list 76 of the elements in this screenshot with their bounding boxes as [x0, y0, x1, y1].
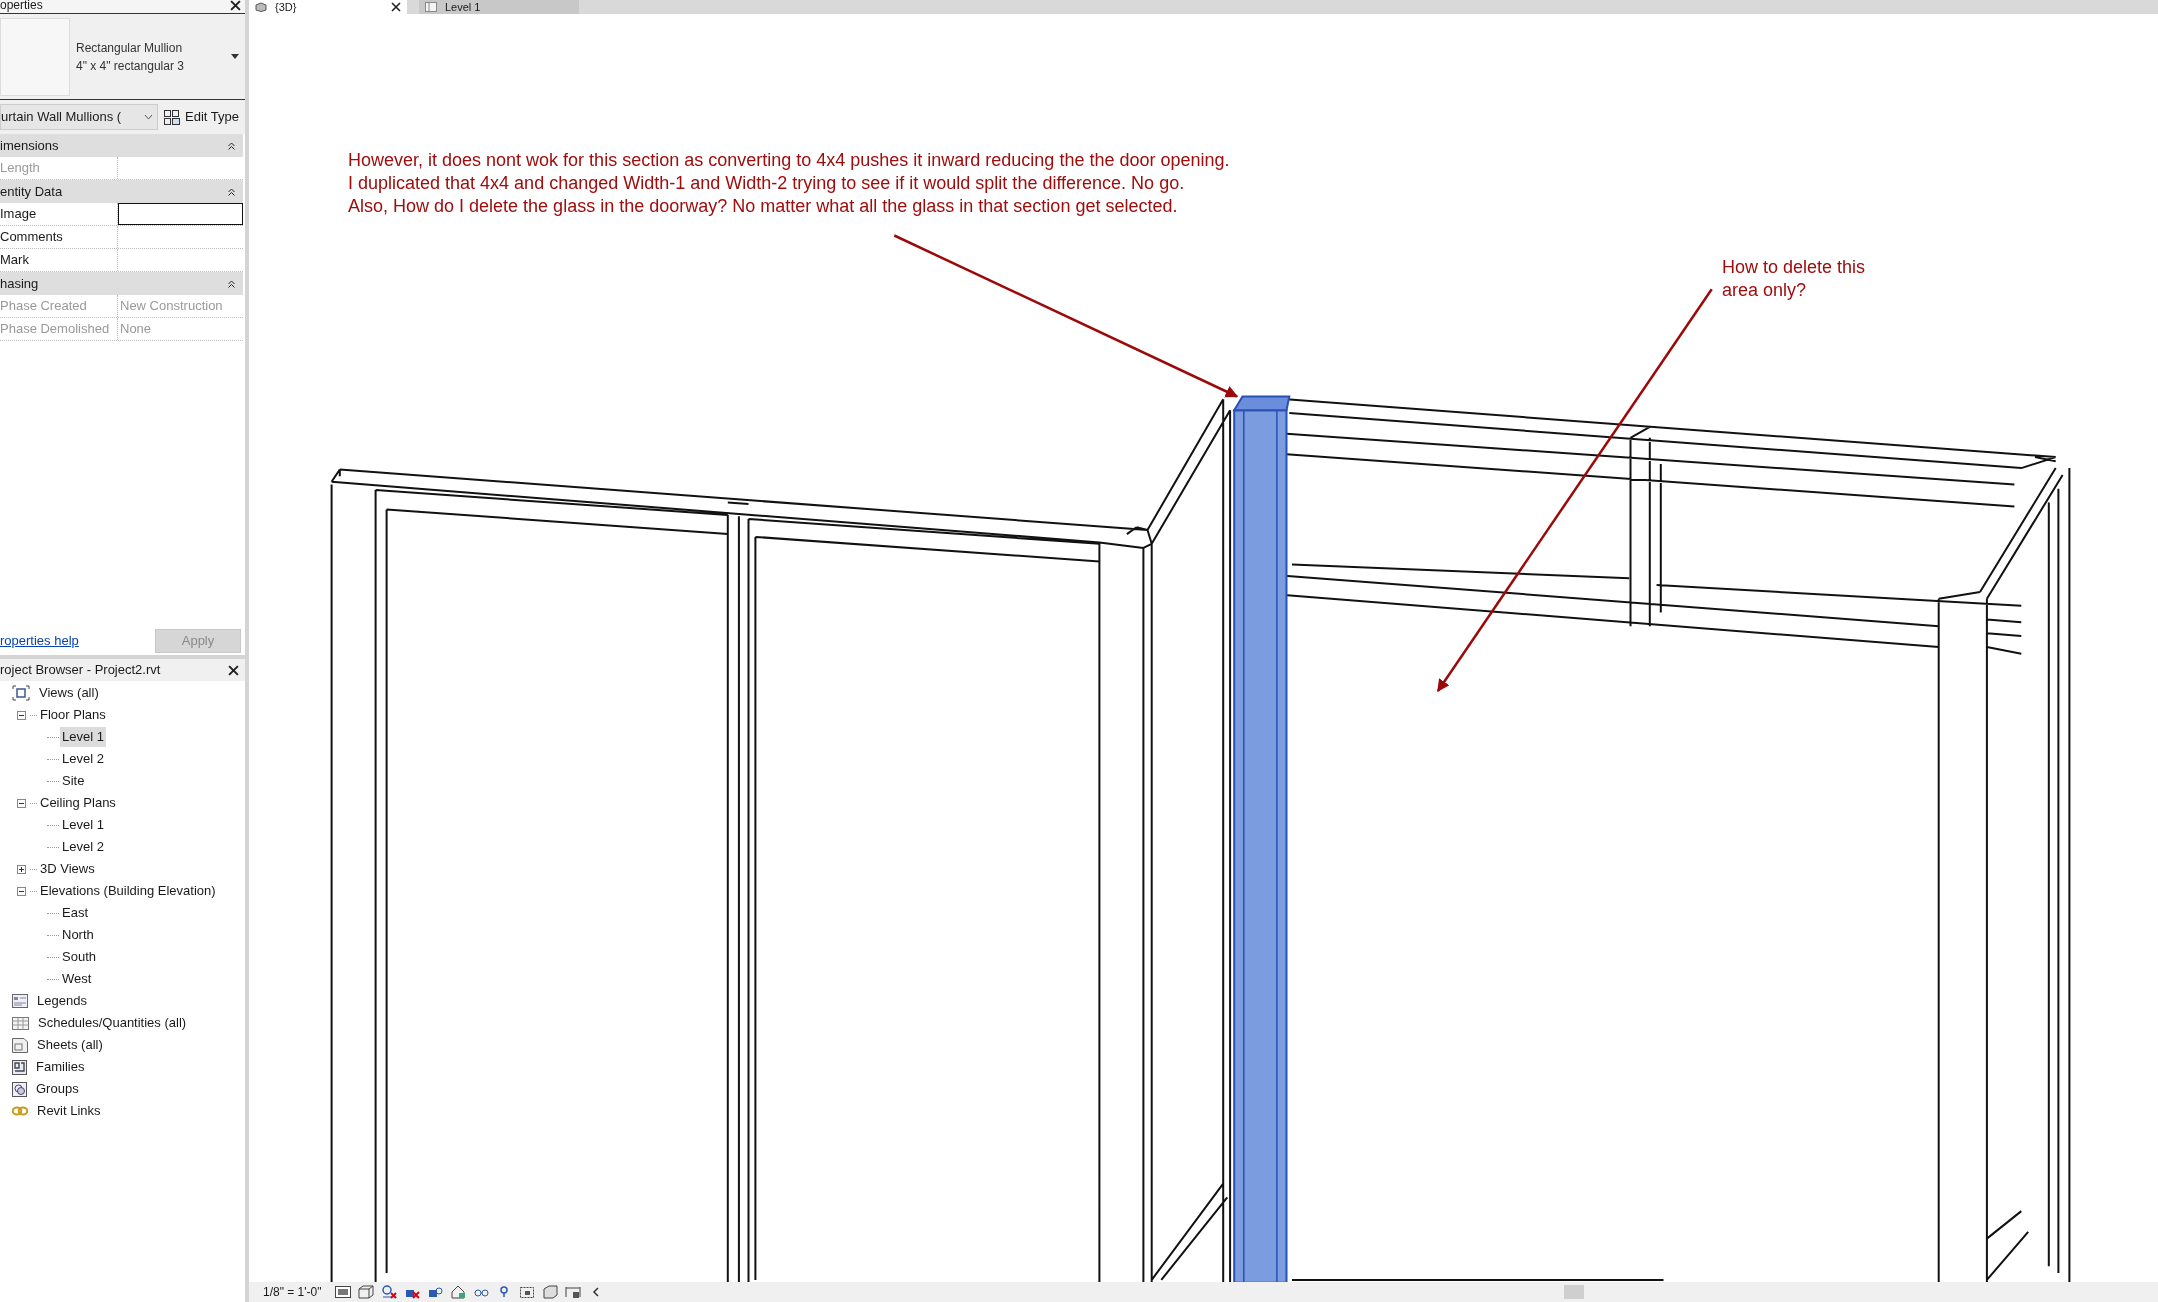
view-tab[interactable]: {3D}	[249, 0, 407, 14]
viewfinder-icon	[12, 685, 30, 701]
close-icon[interactable]	[228, 664, 239, 676]
selected-mullion[interactable]	[1232, 395, 1291, 1282]
property-label: Phase Created	[0, 295, 118, 317]
lock-view-icon[interactable]	[564, 1284, 581, 1300]
chevron-down-icon	[144, 114, 153, 120]
tree-item[interactable]: West	[60, 969, 94, 989]
collapse-icon[interactable]	[228, 187, 235, 196]
sheet-icon	[12, 1037, 28, 1053]
tree-item[interactable]: Families	[34, 1057, 87, 1077]
annotation-text: How to delete this	[1722, 256, 1866, 279]
tree-item[interactable]: Ceiling Plans	[38, 793, 118, 813]
property-label: Comments	[0, 226, 118, 248]
chain-link-icon	[12, 1106, 28, 1116]
house-lock-icon[interactable]	[449, 1284, 466, 1300]
annotation-text: Also, How do I delete the glass in the doorway? No matter what all the glass in that section get selected.	[348, 195, 1179, 218]
tree-item[interactable]: Views (all)	[37, 683, 101, 703]
tree-item[interactable]: Floor Plans	[38, 705, 108, 725]
legend-icon	[12, 994, 28, 1008]
floor-plan-icon	[425, 2, 437, 12]
tree-item[interactable]: Legends	[35, 991, 89, 1011]
scrollbar-thumb[interactable]	[1564, 1285, 1584, 1299]
cube-icon	[255, 2, 267, 12]
annotation-text: I duplicated that 4x4 and changed Width-1 and Width-2 trying to see if it would split the difference. No go.	[348, 172, 1186, 195]
tree-item[interactable]: Level 2	[60, 749, 106, 769]
property-label: Image	[0, 203, 118, 225]
dropdown-arrow-icon	[231, 54, 239, 59]
sun-path-off-icon[interactable]	[380, 1284, 397, 1300]
property-label: Phase Demolished	[0, 318, 118, 340]
tree-item[interactable]: Revit Links	[35, 1101, 103, 1121]
collapse-toggle-icon[interactable]	[17, 798, 26, 808]
tree-item[interactable]: South	[60, 947, 98, 967]
type-name: 4" x 4" rectangular 3	[76, 57, 185, 75]
tree-item[interactable]: Elevations (Building Elevation)	[38, 881, 218, 901]
annotation-text: area only?	[1722, 279, 1808, 302]
collapse-icon[interactable]	[228, 141, 235, 150]
property-group-header[interactable]: hasing	[0, 272, 243, 295]
table-icon	[12, 1016, 29, 1030]
box-icon[interactable]	[357, 1284, 374, 1300]
close-icon[interactable]	[230, 0, 241, 11]
collapse-icon[interactable]	[228, 279, 235, 288]
type-selector[interactable]: Rectangular Mullion 4" x 4" rectangular 3	[0, 14, 245, 100]
property-group-header[interactable]: entity Data	[0, 180, 243, 203]
tree-item[interactable]: Sheets (all)	[35, 1035, 105, 1055]
family-icon	[12, 1059, 27, 1075]
annotation-text: However, it does nont wok for this section as converting to 4x4 pushes it inward reducing the the door opening.	[348, 149, 1230, 172]
edit-type-button[interactable]: Edit Type	[162, 104, 241, 130]
group-icon	[12, 1081, 27, 1097]
tree-item[interactable]: Schedules/Quantities (all)	[36, 1013, 189, 1033]
tree-item[interactable]: 3D Views	[38, 859, 97, 879]
view-tab[interactable]: Level 1	[419, 0, 579, 14]
tree-item[interactable]: Level 1	[60, 815, 106, 835]
property-group-header[interactable]: imensions	[0, 134, 243, 157]
panel-title: operties	[0, 0, 43, 11]
property-label: Mark	[0, 249, 118, 271]
tree-item[interactable]: East	[60, 903, 90, 923]
detail-level-icon[interactable]	[334, 1284, 351, 1300]
property-value-field[interactable]	[118, 203, 243, 225]
properties-help-link[interactable]: roperties help	[0, 631, 79, 651]
panel-title: roject Browser - Project2.rvt	[0, 661, 161, 680]
property-label: Length	[0, 157, 118, 179]
tree-item[interactable]: Groups	[34, 1079, 81, 1099]
tree-item[interactable]: Site	[60, 771, 87, 791]
tree-item[interactable]: Level 1	[60, 727, 106, 747]
collapse-toggle-icon[interactable]	[17, 710, 26, 720]
edit-type-icon	[164, 109, 180, 125]
tree-item[interactable]: North	[60, 925, 96, 945]
tree-item[interactable]: Level 2	[60, 837, 106, 857]
crop-region-icon[interactable]	[518, 1284, 535, 1300]
instance-filter-dropdown[interactable]: urtain Wall Mullions (	[0, 104, 158, 130]
collapse-toggle-icon[interactable]	[17, 886, 26, 896]
close-icon[interactable]	[391, 2, 401, 12]
view-scale-control[interactable]: 1/8" = 1'-0"	[263, 1283, 322, 1301]
expand-toggle-icon[interactable]	[17, 864, 26, 874]
type-family-name: Rectangular Mullion	[76, 39, 184, 57]
